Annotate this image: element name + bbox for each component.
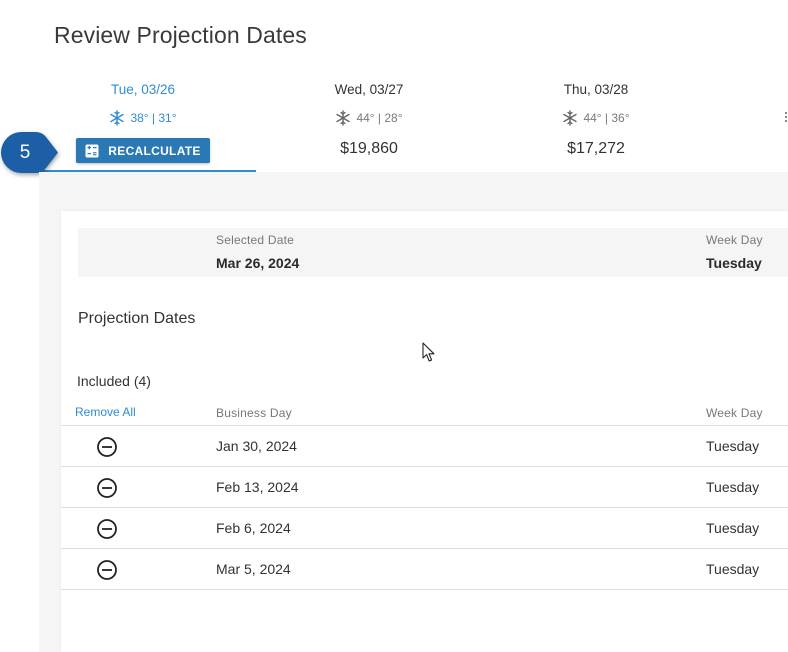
snowflake-icon <box>563 110 578 126</box>
day-tab-2[interactable]: Wed, 03/27 44° | 28° $19,860 <box>269 80 469 159</box>
weekday-value: Tuesday <box>706 255 762 271</box>
day-tab-label: Thu, 03/28 <box>563 82 629 97</box>
snowflake-icon <box>110 110 125 126</box>
table-row: Feb 6, 2024 Tuesday <box>61 508 788 549</box>
included-count-label: Included (4) <box>77 373 151 389</box>
weekday-label: Week Day <box>706 233 763 247</box>
remove-circle-icon[interactable] <box>96 559 118 581</box>
business-day-cell: Feb 6, 2024 <box>216 520 291 536</box>
table-row: Feb 13, 2024 Tuesday <box>61 467 788 508</box>
step-callout-badge: 5 <box>0 131 60 174</box>
remove-circle-icon[interactable] <box>96 518 118 540</box>
recalculate-button[interactable]: RECALCULATE <box>76 138 210 163</box>
remove-all-link[interactable]: Remove All <box>75 405 136 419</box>
temperature-range: 38° | 31° <box>130 111 177 125</box>
calculator-icon <box>85 144 99 157</box>
day-tab-3[interactable]: Thu, 03/28 44° | 36° $17,272 <box>496 80 696 159</box>
snowflake-icon <box>336 110 351 126</box>
selected-date-value: Mar 26, 2024 <box>216 255 300 271</box>
projected-amount: $19,860 <box>340 140 398 157</box>
business-day-cell: Mar 5, 2024 <box>216 561 291 577</box>
day-tab-label: Wed, 03/27 <box>334 82 404 97</box>
column-header-week-day: Week Day <box>706 406 763 420</box>
business-day-cell: Jan 30, 2024 <box>216 438 297 454</box>
mouse-cursor-icon <box>422 342 435 362</box>
selected-date-panel <box>78 228 788 277</box>
day-tab-1[interactable]: Tue, 03/26 38° | 31° <box>43 80 243 128</box>
projection-dates-title: Projection Dates <box>78 310 196 327</box>
table-row: Mar 5, 2024 Tuesday <box>61 549 788 590</box>
recalculate-label: RECALCULATE <box>108 143 201 158</box>
temperature-range: 44° | 36° <box>583 111 630 125</box>
business-day-cell: Feb 13, 2024 <box>216 479 299 495</box>
week-day-cell: Tuesday <box>706 479 760 495</box>
remove-circle-icon[interactable] <box>96 436 118 458</box>
remove-circle-icon[interactable] <box>96 477 118 499</box>
page-title: Review Projection Dates <box>54 22 307 48</box>
week-day-cell: Tuesday <box>706 520 760 536</box>
projected-amount: $17,272 <box>567 140 625 157</box>
week-day-cell: Tuesday <box>706 561 760 577</box>
day-tab-label: Tue, 03/26 <box>110 82 176 97</box>
week-day-cell: Tuesday <box>706 438 760 454</box>
table-row: Jan 30, 2024 Tuesday <box>61 426 788 467</box>
selected-date-label: Selected Date <box>216 233 294 247</box>
step-number: 5 <box>19 142 31 163</box>
column-header-business-day: Business Day <box>216 406 292 420</box>
temperature-range: 44° | 28° <box>356 111 403 125</box>
more-indicator <box>785 112 787 122</box>
